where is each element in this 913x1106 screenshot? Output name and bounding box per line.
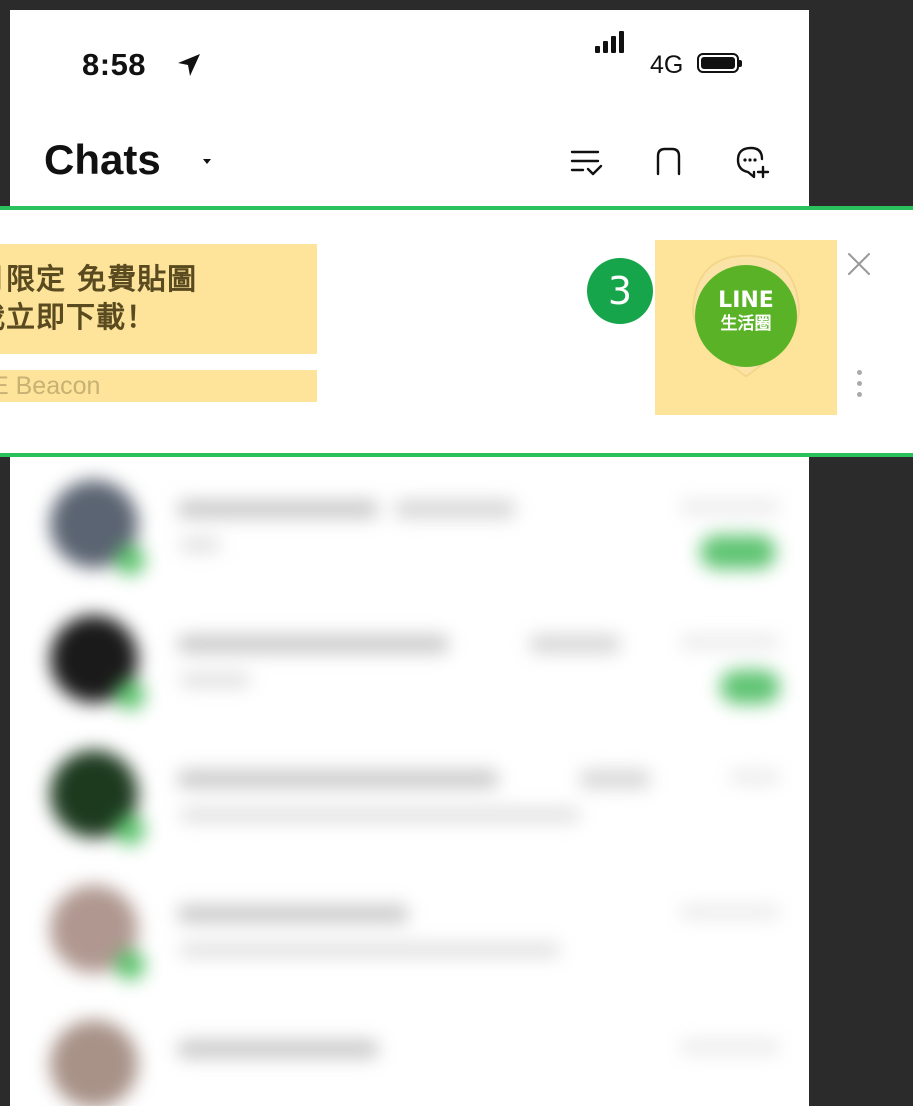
page-title[interactable]: Chats xyxy=(44,136,161,184)
chat-name xyxy=(178,1040,378,1058)
unread-badge xyxy=(700,535,776,569)
online-indicator xyxy=(115,545,145,575)
ad-title-line: 月限定 免費貼圖 xyxy=(0,262,198,296)
online-indicator xyxy=(115,680,145,710)
unread-badge xyxy=(720,670,780,704)
chevron-down-icon[interactable] xyxy=(203,159,211,164)
phone-screen: 8:58 4G Chats xyxy=(10,10,809,1106)
chat-row[interactable] xyxy=(10,450,809,585)
more-options-icon[interactable] xyxy=(852,370,866,410)
ad-title: 月限定 免費貼圖 我立即下載！ xyxy=(0,244,317,354)
status-time: 8:58 xyxy=(82,47,147,82)
chat-row[interactable] xyxy=(10,855,809,990)
network-type: 4G xyxy=(650,51,684,79)
ad-banner[interactable]: 月限定 免費貼圖 我立即下載！ E Beacon 3 LINE 生活圈 xyxy=(0,206,913,457)
online-indicator xyxy=(115,815,145,845)
ad-logo[interactable]: LINE 生活圈 xyxy=(655,240,837,415)
close-icon[interactable] xyxy=(845,250,873,278)
new-chat-icon[interactable] xyxy=(732,142,772,182)
step-number-badge: 3 xyxy=(587,258,653,324)
avatar xyxy=(50,1020,138,1106)
online-indicator xyxy=(115,950,145,980)
chat-name xyxy=(178,770,498,788)
chat-row[interactable] xyxy=(10,990,809,1106)
chat-name xyxy=(178,500,378,518)
chat-row[interactable] xyxy=(10,720,809,855)
ad-source: E Beacon xyxy=(0,372,101,400)
ad-title-line: 我立即下載！ xyxy=(0,300,157,334)
line-logo-icon: LINE 生活圈 xyxy=(695,265,797,367)
battery-icon xyxy=(697,53,742,73)
chat-name xyxy=(178,635,448,653)
chat-row[interactable] xyxy=(10,585,809,720)
chat-name xyxy=(178,905,408,923)
location-arrow-icon xyxy=(178,54,200,76)
chat-list xyxy=(10,450,809,1106)
checklist-icon[interactable] xyxy=(566,142,606,182)
square-icon[interactable] xyxy=(648,142,688,182)
